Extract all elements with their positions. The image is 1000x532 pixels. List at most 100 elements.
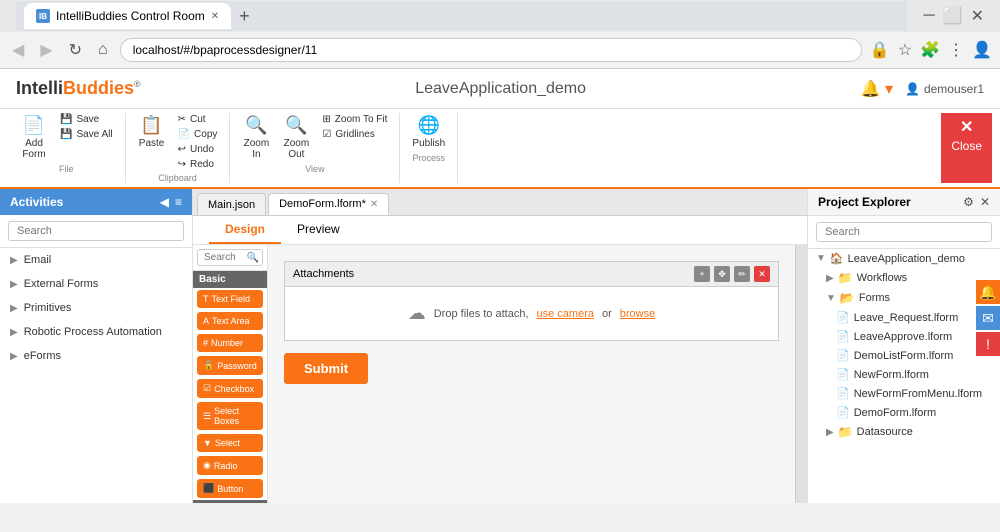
star-icon[interactable]: ☆ xyxy=(898,40,912,60)
add-form-button[interactable]: 📄 AddForm xyxy=(16,113,52,162)
back-button[interactable]: ◀ xyxy=(8,38,28,62)
widget-add-button[interactable]: + xyxy=(694,266,710,282)
tab-demo-form-close-button[interactable]: ✕ xyxy=(370,199,378,210)
browser-tab[interactable]: IB IntelliBuddies Control Room ✕ xyxy=(24,3,231,29)
zoom-in-button[interactable]: 🔍 ZoomIn xyxy=(238,113,274,162)
tab-demo-form[interactable]: DemoForm.lform* ✕ xyxy=(268,193,389,215)
close-button[interactable]: ✕ Close xyxy=(941,113,992,183)
zoom-to-fit-button[interactable]: ⊞ Zoom To Fit xyxy=(318,113,391,126)
sidebar-search-input[interactable] xyxy=(8,221,184,241)
right-panel-btn-2[interactable]: ✉ xyxy=(976,306,1000,330)
profile-icon[interactable]: 👤 xyxy=(972,40,992,60)
activity-item-eforms[interactable]: ▶ eForms xyxy=(0,344,192,368)
minimize-button[interactable]: ─ xyxy=(923,7,934,25)
paste-button[interactable]: 📋 Paste xyxy=(134,113,170,151)
zoom-out-button[interactable]: 🔍 ZoomOut xyxy=(278,113,314,162)
email-arrow-icon: ▶ xyxy=(10,255,18,266)
widget-delete-button[interactable]: ✕ xyxy=(754,266,770,282)
redo-button[interactable]: ↪ Redo xyxy=(174,158,222,171)
comp-text-field[interactable]: T Text Field xyxy=(197,290,263,308)
tab-close-icon[interactable]: ✕ xyxy=(211,11,219,22)
submit-button[interactable]: Submit xyxy=(284,353,368,384)
widget-move-button[interactable]: ✥ xyxy=(714,266,730,282)
tree-item-leave-request[interactable]: 📄 Leave_Request.lform xyxy=(808,308,1000,327)
form-canvas[interactable]: Attachments + ✥ ✏ ✕ ☁ Drop files to atta… xyxy=(268,245,795,503)
right-panel-btn-1[interactable]: 🔔 xyxy=(976,280,1000,304)
activity-item-external-forms[interactable]: ▶ External Forms xyxy=(0,272,192,296)
save-button[interactable]: 💾 Save xyxy=(56,113,117,126)
attachments-drop-zone[interactable]: ☁ Drop files to attach, use camera or br… xyxy=(285,287,778,340)
cut-button[interactable]: ✂ Cut xyxy=(174,113,222,126)
basic-section-header: Basic xyxy=(193,271,267,288)
comp-password[interactable]: 🔒 Password xyxy=(197,356,263,375)
ribbon-group-view: 🔍 ZoomIn 🔍 ZoomOut ⊞ Zoom To Fit ☑ Gridl… xyxy=(230,113,400,183)
tab-preview[interactable]: Preview xyxy=(281,216,356,244)
notification-button[interactable]: 🔔 ▾ xyxy=(861,79,893,99)
tree-item-new-form-from-menu[interactable]: 📄 NewFormFromMenu.lform xyxy=(808,384,1000,403)
address-bar: ◀ ▶ ↻ ⌂ localhost/#/bpaprocessdesigner/1… xyxy=(0,32,1000,68)
new-tab-button[interactable]: + xyxy=(235,6,254,27)
tab-design-label: Design xyxy=(225,222,265,236)
tree-item-datasource[interactable]: ▶ 📁 Datasource xyxy=(808,422,1000,442)
tree-item-leave-approve[interactable]: 📄 LeaveApprove.lform xyxy=(808,327,1000,346)
comp-select-boxes[interactable]: ☰ Select Boxes xyxy=(197,402,263,430)
process-group-label: Process xyxy=(413,153,446,163)
text-field-label: Text Field xyxy=(212,294,251,304)
forward-button[interactable]: ▶ xyxy=(36,38,56,62)
refresh-button[interactable]: ↻ xyxy=(65,38,86,62)
comp-text-area[interactable]: A Text Area xyxy=(197,312,263,330)
project-explorer-title: Project Explorer xyxy=(818,195,911,209)
sidebar-menu-button[interactable]: ≡ xyxy=(175,195,182,209)
save-all-button[interactable]: 💾 Save All xyxy=(56,128,117,141)
sidebar-collapse-button[interactable]: ◀ xyxy=(160,195,169,209)
canvas-scrollbar[interactable] xyxy=(795,245,807,503)
address-input[interactable]: localhost/#/bpaprocessdesigner/11 xyxy=(120,38,862,62)
right-sidebar-icons: ⚙ ✕ xyxy=(963,195,990,209)
browse-link[interactable]: browse xyxy=(620,308,655,320)
comp-radio[interactable]: ◉ Radio xyxy=(197,456,263,475)
extensions-icon[interactable]: 🧩 xyxy=(920,40,940,60)
view-small-group: ⊞ Zoom To Fit ☑ Gridlines xyxy=(318,113,391,141)
user-menu-button[interactable]: 👤 demouser1 xyxy=(905,82,984,96)
activity-item-email[interactable]: ▶ Email xyxy=(0,248,192,272)
project-explorer-close-button[interactable]: ✕ xyxy=(980,195,990,209)
menu-icon[interactable]: ⋮ xyxy=(948,40,964,60)
root-icon: 🏠 xyxy=(830,252,844,265)
activities-list: ▶ Email ▶ External Forms ▶ Primitives ▶ … xyxy=(0,248,192,503)
tab-design[interactable]: Design xyxy=(209,216,281,244)
project-explorer-search-input[interactable] xyxy=(816,222,992,242)
activity-eforms-label: eForms xyxy=(24,350,61,362)
use-camera-link[interactable]: use camera xyxy=(537,308,594,320)
tree-item-root[interactable]: ▼ 🏠 LeaveApplication_demo xyxy=(808,249,1000,268)
maximize-button[interactable]: ⬜ xyxy=(943,6,963,26)
widget-edit-button[interactable]: ✏ xyxy=(734,266,750,282)
user-icon: 👤 xyxy=(905,82,920,96)
home-button[interactable]: ⌂ xyxy=(94,39,112,61)
close-window-button[interactable]: ✕ xyxy=(971,6,984,26)
comp-button[interactable]: ⬛ Button xyxy=(197,479,263,498)
activity-item-primitives[interactable]: ▶ Primitives xyxy=(0,296,192,320)
tree-item-forms[interactable]: ▼ 📂 Forms xyxy=(808,288,1000,308)
tree-item-demo-form[interactable]: 📄 DemoForm.lform xyxy=(808,403,1000,422)
forms-folder-icon: 📂 xyxy=(840,291,855,305)
tab-main-json[interactable]: Main.json xyxy=(197,193,266,215)
gridlines-button[interactable]: ☑ Gridlines xyxy=(318,128,391,141)
undo-label: Undo xyxy=(190,144,214,155)
project-explorer-settings-button[interactable]: ⚙ xyxy=(963,195,974,209)
comp-number[interactable]: # Number xyxy=(197,334,263,352)
save-all-icon: 💾 xyxy=(60,129,72,140)
right-panel-btn-3[interactable]: ! xyxy=(976,332,1000,356)
checkbox-icon: ☑ xyxy=(203,383,211,394)
tree-item-new-form[interactable]: 📄 NewForm.lform xyxy=(808,365,1000,384)
copy-button[interactable]: 📄 Copy xyxy=(174,128,222,141)
activity-item-rpa[interactable]: ▶ Robotic Process Automation xyxy=(0,320,192,344)
datasource-folder-icon: 📁 xyxy=(838,425,853,439)
tree-item-demo-list-form[interactable]: 📄 DemoListForm.lform xyxy=(808,346,1000,365)
select-icon: ▼ xyxy=(203,438,212,448)
tree-item-workflows[interactable]: ▶ 📁 Workflows xyxy=(808,268,1000,288)
lock-icon[interactable]: 🔒 xyxy=(870,40,890,60)
comp-select[interactable]: ▼ Select xyxy=(197,434,263,452)
comp-checkbox[interactable]: ☑ Checkbox xyxy=(197,379,263,398)
undo-button[interactable]: ↩ Undo xyxy=(174,143,222,156)
publish-button[interactable]: 🌐 Publish xyxy=(408,113,449,151)
